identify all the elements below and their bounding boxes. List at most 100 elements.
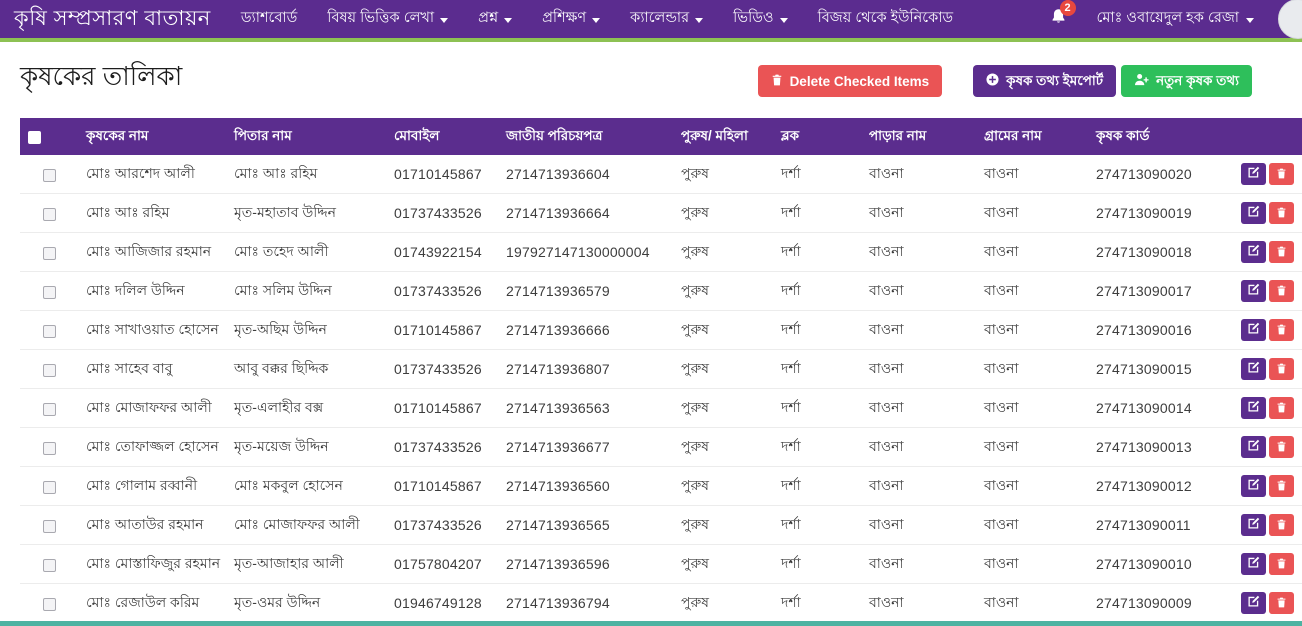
nid-cell: 2714713936666 [498,311,673,350]
mobile-cell: 01737433526 [386,428,498,467]
edit-row-button[interactable] [1241,514,1266,536]
new-farmer-button[interactable]: নতুন কৃষক তথ্য [1121,65,1252,97]
edit-row-button[interactable] [1241,475,1266,497]
village-name-cell: বাওনা [976,506,1088,545]
block-cell: দর্শা [773,506,861,545]
chevron-down-icon [592,18,600,23]
nid-cell: 2714713936565 [498,506,673,545]
title-bar: কৃষকের তালিকা Delete Checked Items কৃষক … [0,42,1302,118]
nav-item-5[interactable]: ভিডিও [733,7,787,31]
delete-row-button[interactable] [1269,202,1294,224]
mobile-cell: 01946749128 [386,584,498,623]
gender-cell: পুরুষ [673,584,773,623]
village-name-cell: বাওনা [976,545,1088,584]
delete-row-button[interactable] [1269,358,1294,380]
farmer-name-cell: মোঃ সাখাওয়াত হোসেন [78,311,226,350]
import-farmer-label: কৃষক তথ্য ইমপোর্ট [1006,70,1103,93]
row-checkbox[interactable] [43,325,56,338]
village-name-cell: বাওনা [976,272,1088,311]
delete-row-button[interactable] [1269,280,1294,302]
delete-row-button[interactable] [1269,319,1294,341]
column-header: মোবাইল [386,118,498,155]
app-brand[interactable]: কৃষি সম্প্রসারণ বাতায়ন [14,2,211,37]
row-checkbox[interactable] [43,286,56,299]
nav-item-6[interactable]: বিজয় থেকে ইউনিকোড [818,7,954,31]
row-checkbox[interactable] [43,364,56,377]
block-cell: দর্শা [773,545,861,584]
father-name-cell: মৃত-আজাহার আলী [226,545,386,584]
delete-row-button[interactable] [1269,475,1294,497]
gender-cell: পুরুষ [673,272,773,311]
row-checkbox-cell [20,155,78,194]
table-row: মোঃ দলিল উদ্দিন মোঃ সলিম উদ্দিন 01737433… [20,272,1302,311]
edit-row-button[interactable] [1241,202,1266,224]
row-checkbox[interactable] [43,208,56,221]
farmer-name-cell: মোঃ আঃ রহিম [78,194,226,233]
delete-row-button[interactable] [1269,436,1294,458]
avatar[interactable] [1278,0,1302,39]
block-cell: দর্শা [773,155,861,194]
delete-row-button[interactable] [1269,553,1294,575]
row-checkbox[interactable] [43,442,56,455]
gender-cell: পুরুষ [673,467,773,506]
notifications-button[interactable]: 2 [1050,8,1067,30]
plus-circle-icon [986,73,999,89]
farmer-card-cell: 274713090012 [1088,467,1233,506]
row-checkbox[interactable] [43,247,56,260]
user-menu[interactable]: মোঃ ওবায়েদুল হক রেজা [1097,7,1255,31]
row-checkbox[interactable] [43,481,56,494]
nid-cell: 2714713936604 [498,155,673,194]
row-checkbox[interactable] [43,403,56,416]
farmer-card-cell: 274713090013 [1088,428,1233,467]
edit-row-button[interactable] [1241,553,1266,575]
actions-cell [1233,545,1302,584]
nav-menu: ড্যাশবোর্ড বিষয় ভিত্তিক লেখা প্রশ্ন প্র… [241,7,953,31]
edit-row-button[interactable] [1241,436,1266,458]
row-checkbox[interactable] [43,520,56,533]
actions-cell [1233,467,1302,506]
row-checkbox[interactable] [43,169,56,182]
delete-checked-button[interactable]: Delete Checked Items [758,65,943,97]
nid-cell: 197927147130000004 [498,233,673,272]
nid-cell: 2714713936664 [498,194,673,233]
nav-item-3[interactable]: প্রশিক্ষণ [542,7,600,31]
farmer-name-cell: মোঃ মোস্তাফিজুর রহমান [78,545,226,584]
father-name-cell: আবু বক্কর ছিদ্দিক [226,350,386,389]
delete-row-button[interactable] [1269,592,1294,614]
select-all-checkbox[interactable] [28,131,41,144]
village-name-cell: বাওনা [976,194,1088,233]
edit-row-button[interactable] [1241,592,1266,614]
father-name-cell: মোঃ মোজাফফর আলী [226,506,386,545]
trash-icon [1276,362,1287,377]
edit-row-button[interactable] [1241,397,1266,419]
column-header: পাড়ার নাম [861,118,976,155]
farmer-name-cell: মোঃ মোজাফফর আলী [78,389,226,428]
trash-icon [1276,440,1287,455]
nav-item-1[interactable]: বিষয় ভিত্তিক লেখা [327,7,448,31]
delete-row-button[interactable] [1269,397,1294,419]
farmer-card-cell: 274713090016 [1088,311,1233,350]
edit-row-button[interactable] [1241,163,1266,185]
para-name-cell: বাওনা [861,467,976,506]
delete-row-button[interactable] [1269,241,1294,263]
row-checkbox[interactable] [43,598,56,611]
edit-row-button[interactable] [1241,319,1266,341]
delete-checked-label: Delete Checked Items [790,74,930,89]
mobile-cell: 01710145867 [386,389,498,428]
nav-item-4[interactable]: ক্যালেন্ডার [630,7,703,31]
chevron-down-icon [695,18,703,23]
import-farmer-button[interactable]: কৃষক তথ্য ইমপোর্ট [973,65,1116,97]
edit-row-button[interactable] [1241,241,1266,263]
edit-row-button[interactable] [1241,358,1266,380]
delete-row-button[interactable] [1269,514,1294,536]
nav-item-2[interactable]: প্রশ্ন [478,7,512,31]
column-header: জাতীয় পরিচয়পত্র [498,118,673,155]
nav-item-0[interactable]: ড্যাশবোর্ড [241,7,297,31]
gender-cell: পুরুষ [673,545,773,584]
edit-row-button[interactable] [1241,280,1266,302]
father-name-cell: মৃত-মহাতাব উদ্দিন [226,194,386,233]
row-checkbox-cell [20,584,78,623]
delete-row-button[interactable] [1269,163,1294,185]
footer-strip [0,621,1302,626]
row-checkbox[interactable] [43,559,56,572]
